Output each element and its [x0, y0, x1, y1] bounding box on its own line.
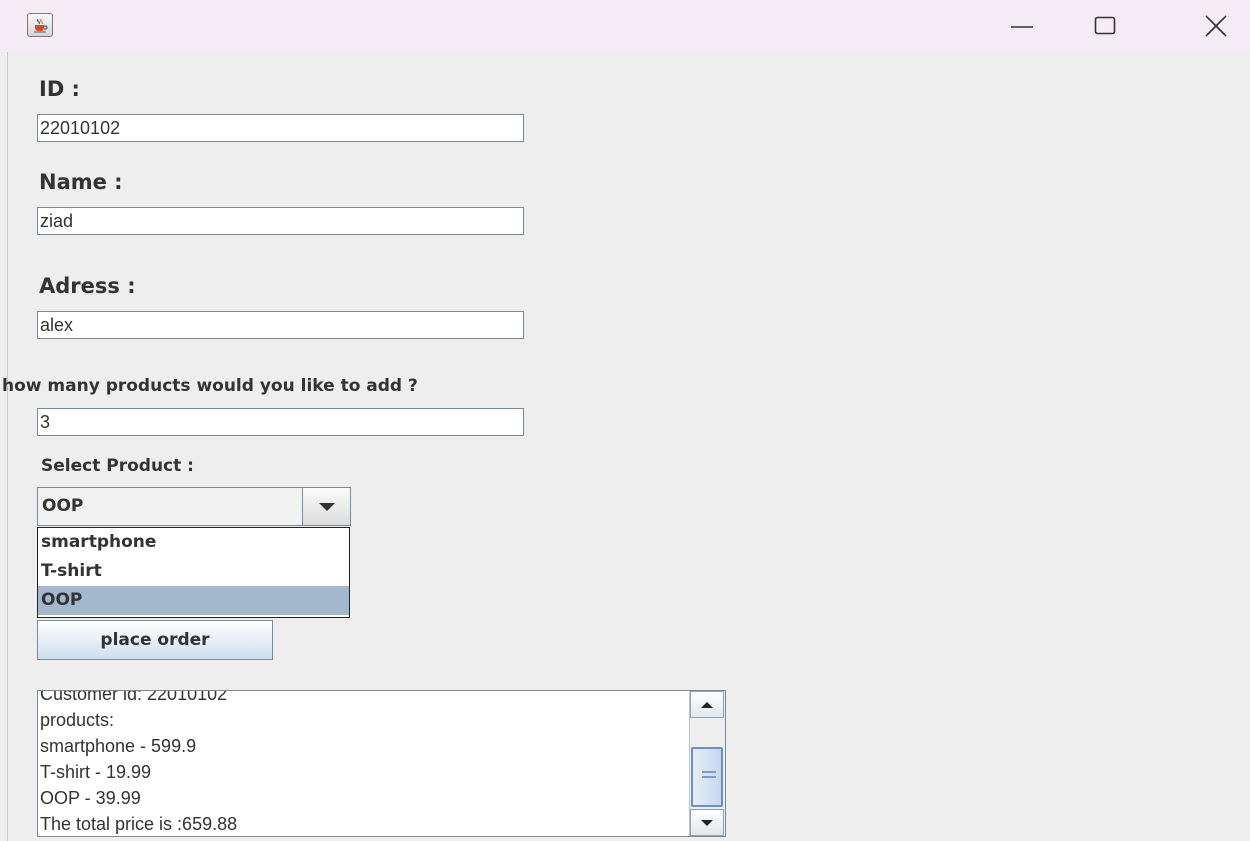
- java-cup-icon[interactable]: [27, 13, 53, 37]
- id-label: ID :: [39, 77, 80, 101]
- summary-line: The total price is :659.88: [40, 814, 238, 834]
- maximize-button[interactable]: [1075, 0, 1135, 52]
- select-product-label: Select Product :: [41, 456, 194, 476]
- summary-line: smartphone - 599.9: [40, 736, 197, 756]
- grip-line: [702, 776, 716, 778]
- quantity-label: how many products would you like to add …: [2, 376, 418, 396]
- scroll-down-button[interactable]: [690, 809, 724, 836]
- chevron-down-icon: [318, 502, 335, 511]
- summary-line: T-shirt - 19.99: [40, 762, 152, 782]
- minimize-button[interactable]: [992, 0, 1052, 52]
- summary-line: products:: [40, 710, 115, 730]
- name-label: Name :: [39, 170, 123, 194]
- address-input[interactable]: [37, 311, 524, 339]
- title-bar[interactable]: [0, 0, 1250, 52]
- id-input[interactable]: [37, 114, 524, 142]
- app-window: ID : Name : Adress : how many products w…: [0, 0, 1250, 841]
- combobox-arrow-button[interactable]: [302, 488, 350, 525]
- order-summary-text: Customer id: 22010102 products: smartpho…: [40, 690, 688, 836]
- quantity-input[interactable]: [37, 408, 524, 436]
- place-order-button[interactable]: place order: [37, 620, 273, 660]
- dropdown-option-tshirt[interactable]: T-shirt: [38, 557, 349, 586]
- dropdown-option-oop[interactable]: OOP: [38, 586, 349, 615]
- vertical-scrollbar[interactable]: [689, 691, 725, 836]
- arrow-down-icon: [701, 819, 713, 826]
- product-dropdown-list: smartphone T-shirt OOP: [37, 527, 350, 618]
- arrow-up-icon: [701, 701, 713, 708]
- minimize-icon: [1011, 26, 1033, 28]
- maximize-icon: [1094, 16, 1116, 35]
- close-button[interactable]: [1186, 0, 1246, 52]
- window-border: [7, 52, 8, 841]
- address-label: Adress :: [39, 274, 136, 298]
- summary-line: OOP - 39.99: [40, 788, 141, 808]
- order-summary-textarea[interactable]: Customer id: 22010102 products: smartpho…: [37, 690, 726, 837]
- name-input[interactable]: [37, 207, 524, 235]
- summary-line: Customer id: 22010102: [40, 690, 228, 704]
- scrollbar-thumb[interactable]: [691, 747, 723, 807]
- scroll-up-button[interactable]: [690, 691, 724, 718]
- grip-line: [702, 771, 716, 773]
- close-icon: [1205, 15, 1227, 37]
- product-combobox-value: OOP: [42, 496, 84, 516]
- product-combobox[interactable]: OOP: [37, 487, 351, 526]
- dropdown-option-smartphone[interactable]: smartphone: [38, 528, 349, 557]
